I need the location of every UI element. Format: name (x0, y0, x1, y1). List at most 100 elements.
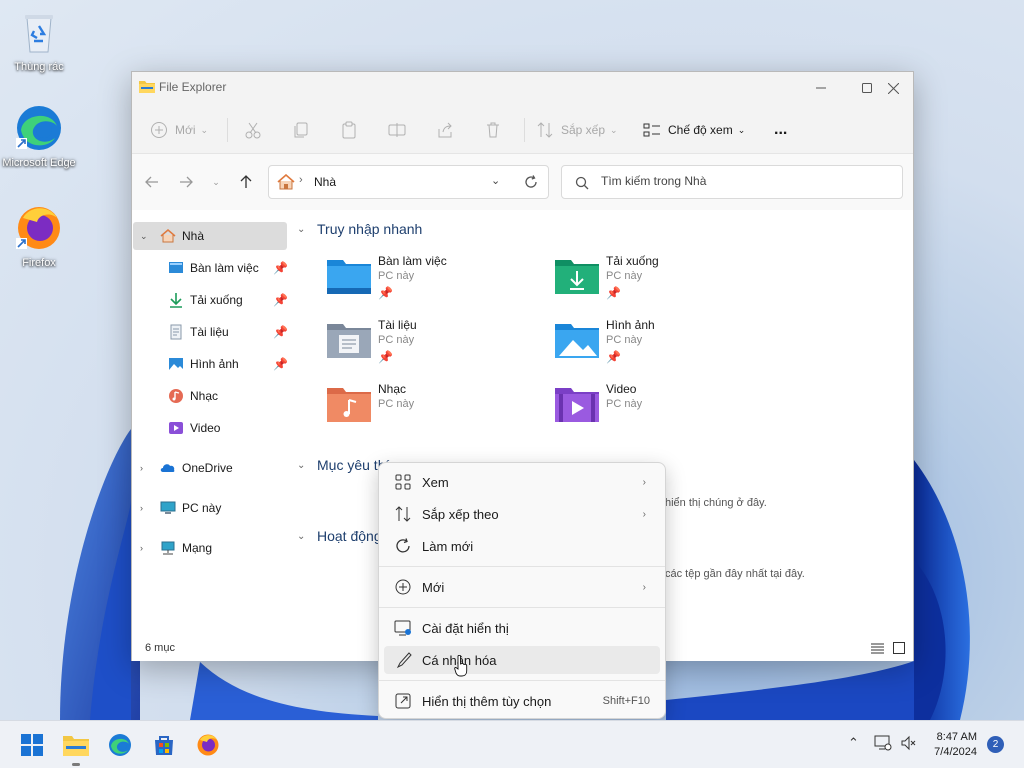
tiles-view-icon[interactable] (893, 642, 905, 654)
pin-icon: 📌 (606, 350, 621, 364)
taskbar-edge[interactable] (104, 729, 136, 761)
tile-name: Nhạc (378, 382, 407, 396)
share-icon (438, 122, 452, 138)
taskbar-store[interactable] (148, 729, 180, 761)
delete-button[interactable] (484, 117, 502, 143)
quick-access-header[interactable]: ⌄ Truy nhập nhanh (297, 221, 422, 237)
arrow-right-icon (180, 176, 193, 188)
address-dropdown-icon[interactable]: ⌄ (491, 174, 500, 187)
back-button[interactable] (142, 172, 162, 192)
desktop-icon-recycle-bin[interactable]: Thùng rác (0, 8, 78, 74)
recent-header[interactable]: ⌄ Hoạt động (297, 528, 382, 544)
menu-item-new[interactable]: Mới › (384, 573, 660, 601)
menu-separator (379, 680, 665, 681)
item-count: 6 mục (145, 642, 175, 654)
favorites-header[interactable]: ⌄ Mục yêu thí (297, 457, 389, 473)
chevron-down-icon: ⌄ (737, 124, 746, 135)
menu-item-show-more-options[interactable]: Hiển thị thêm tùy chọn Shift+F10 (384, 687, 660, 715)
chevron-right-icon[interactable]: › (140, 463, 152, 473)
quick-access-desktop[interactable]: Bàn làm việc PC này 📌 (327, 254, 547, 308)
new-button[interactable]: Mới ⌄ (150, 117, 208, 143)
sidebar-item-documents[interactable]: Tài liệu 📌 (133, 318, 288, 346)
copy-button[interactable] (292, 117, 310, 143)
sort-button[interactable]: Sắp xếp ⌄ (536, 117, 618, 143)
menu-item-personalize[interactable]: Cá nhân hóa (384, 646, 660, 674)
tile-location: PC này (378, 270, 415, 282)
taskbar-firefox[interactable] (192, 729, 224, 761)
videos-folder-icon (555, 388, 599, 422)
pin-icon: 📌 (273, 357, 288, 371)
music-folder-icon (327, 388, 371, 422)
menu-item-label: Làm mới (422, 538, 474, 554)
share-button[interactable] (436, 117, 454, 143)
forward-button[interactable] (176, 172, 196, 192)
details-view-icon[interactable] (871, 643, 884, 654)
recent-locations-button[interactable]: ⌄ (206, 172, 226, 192)
close-button[interactable] (870, 72, 916, 104)
quick-access-pictures[interactable]: Hình ảnh PC này 📌 (555, 318, 775, 372)
notification-badge[interactable]: 2 (987, 736, 1004, 753)
trash-icon (487, 122, 499, 138)
sidebar-item-downloads[interactable]: Tải xuống 📌 (133, 286, 288, 314)
sidebar-item-music[interactable]: Nhạc (133, 382, 287, 410)
more-options-icon (395, 693, 411, 709)
desktop-icon-edge[interactable]: Microsoft Edge (0, 104, 78, 170)
breadcrumb-home[interactable]: Nhà (314, 175, 336, 189)
desktop-icon-label: Thùng rác (14, 61, 64, 73)
sidebar-item-network[interactable]: › Mạng (133, 534, 287, 562)
clock[interactable]: 8:47 AM 7/4/2024 (934, 730, 977, 760)
rename-icon (388, 123, 406, 137)
tile-name: Tải xuống (606, 254, 659, 268)
quick-access-music[interactable]: Nhạc PC này (327, 382, 547, 436)
chevron-down-icon[interactable]: ⌄ (140, 231, 152, 242)
desktop-icon-firefox[interactable]: Firefox (0, 204, 78, 270)
menu-item-sort-by[interactable]: Sắp xếp theo › (384, 500, 660, 528)
sidebar-item-home[interactable]: ⌄ Nhà (133, 222, 287, 250)
menu-item-display-settings[interactable]: Cài đặt hiển thị (384, 614, 660, 642)
cut-button[interactable] (244, 117, 262, 143)
refresh-icon[interactable] (524, 175, 538, 189)
start-button[interactable] (16, 729, 48, 761)
sidebar-item-video[interactable]: Video (133, 414, 287, 442)
sidebar-item-this-pc[interactable]: › PC này (133, 494, 287, 522)
chevron-right-icon[interactable]: › (140, 543, 152, 553)
network-status-icon[interactable] (874, 735, 892, 751)
title-bar[interactable]: File Explorer (132, 72, 913, 104)
quick-access-documents[interactable]: Tài liệu PC này 📌 (327, 318, 547, 372)
recycle-bin-icon (15, 8, 63, 56)
view-button[interactable]: Chế độ xem ⌄ (643, 117, 745, 143)
arrow-left-icon (145, 176, 158, 188)
network-icon (161, 541, 175, 555)
chevron-up-icon[interactable]: ⌃ (848, 735, 859, 751)
search-input[interactable] (601, 174, 891, 188)
sidebar-item-label: Mạng (182, 541, 213, 555)
taskbar-file-explorer[interactable] (60, 729, 92, 766)
minimize-button[interactable] (798, 72, 844, 104)
sidebar-item-label: Hình ảnh (190, 357, 239, 371)
up-button[interactable] (236, 172, 256, 192)
quick-access-downloads[interactable]: Tải xuống PC này 📌 (555, 254, 775, 308)
separator (227, 118, 228, 142)
favorites-hint: hiển thị chúng ở đây. (665, 497, 767, 509)
address-bar[interactable]: › Nhà ⌄ (268, 165, 549, 199)
menu-item-view[interactable]: Xem › (384, 468, 660, 496)
menu-item-refresh[interactable]: Làm mới (384, 532, 660, 560)
paste-button[interactable] (340, 117, 358, 143)
more-button[interactable]: ... (774, 117, 787, 143)
chevron-down-icon: ⌄ (610, 124, 618, 135)
sidebar-item-desktop[interactable]: Bàn làm việc 📌 (133, 254, 288, 282)
more-icon: ... (774, 121, 788, 138)
volume-muted-icon[interactable] (900, 735, 918, 751)
rename-button[interactable] (388, 117, 406, 143)
chevron-right-icon[interactable]: › (140, 503, 152, 513)
sidebar-item-onedrive[interactable]: › OneDrive (133, 454, 287, 482)
sidebar-item-pictures[interactable]: Hình ảnh 📌 (133, 350, 288, 378)
tile-name: Tài liệu (378, 318, 417, 332)
search-box[interactable] (561, 165, 903, 199)
quick-access-videos[interactable]: Video PC này (555, 382, 775, 436)
separator (524, 118, 525, 142)
view-icon (643, 123, 660, 137)
time: 8:47 AM (936, 731, 977, 743)
pin-icon: 📌 (273, 293, 288, 307)
sidebar-item-label: Video (190, 421, 221, 435)
